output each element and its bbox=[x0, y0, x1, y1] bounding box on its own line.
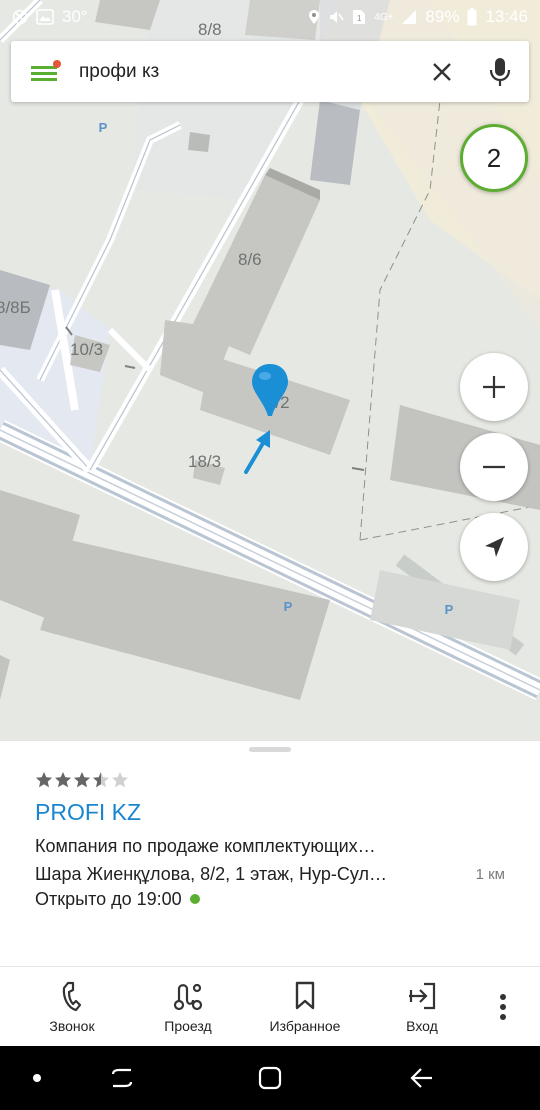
drag-handle[interactable] bbox=[249, 747, 291, 752]
results-count-badge[interactable]: 2 bbox=[460, 124, 528, 192]
plus-icon bbox=[483, 376, 505, 398]
call-label: Звонок bbox=[49, 1018, 95, 1034]
search-bar[interactable]: профи кз bbox=[11, 41, 529, 102]
svg-text:1: 1 bbox=[357, 14, 362, 23]
battery-percent: 89% bbox=[425, 7, 460, 26]
search-input[interactable]: профи кз bbox=[79, 61, 413, 83]
clear-search-button[interactable] bbox=[413, 41, 471, 102]
temperature-text: 30° bbox=[62, 7, 88, 26]
distance-text: 1 км bbox=[475, 866, 505, 883]
menu-button[interactable] bbox=[11, 41, 79, 102]
star-icon bbox=[36, 772, 52, 788]
parking-icon[interactable]: P bbox=[279, 597, 297, 615]
entrance-button[interactable]: Вход bbox=[382, 967, 462, 1047]
pointer-arrow-icon bbox=[244, 430, 270, 474]
call-button[interactable]: Звонок bbox=[30, 967, 114, 1047]
location-icon bbox=[308, 9, 320, 25]
no-sync-icon bbox=[12, 9, 28, 25]
home-icon bbox=[258, 1066, 282, 1090]
place-description: Компания по продаже комплектующих… bbox=[35, 836, 376, 856]
home-button[interactable] bbox=[248, 1046, 292, 1110]
close-icon bbox=[433, 62, 451, 81]
voice-search-button[interactable] bbox=[471, 41, 529, 102]
my-location-button[interactable] bbox=[460, 513, 528, 581]
place-name[interactable]: PROFI KZ bbox=[35, 799, 141, 826]
route-label: Проезд bbox=[164, 1018, 212, 1034]
back-button[interactable] bbox=[400, 1046, 444, 1110]
favorites-button[interactable]: Избранное bbox=[255, 967, 355, 1047]
action-bar: Звонок Проезд Избранное Вход bbox=[0, 966, 540, 1046]
star-icon bbox=[74, 772, 90, 788]
hamburger-menu-icon bbox=[31, 59, 61, 81]
entrance-label: Вход bbox=[406, 1018, 438, 1034]
sim-icon: 1 bbox=[352, 9, 366, 25]
mute-icon bbox=[328, 9, 344, 25]
parking-icon[interactable]: P bbox=[94, 118, 112, 136]
map-label-building: 10/3 bbox=[70, 340, 104, 359]
recent-apps-button[interactable] bbox=[100, 1046, 144, 1110]
favorites-label: Избранное bbox=[269, 1018, 341, 1034]
star-icon bbox=[112, 772, 128, 788]
minus-icon bbox=[483, 465, 505, 469]
microphone-icon bbox=[489, 57, 511, 86]
signal-icon bbox=[401, 9, 417, 25]
map-view[interactable]: 8/8 8/6 8/8Б 10/3 8/2 18/3 P P P bbox=[0, 0, 540, 740]
gallery-icon bbox=[36, 9, 54, 25]
rating-stars bbox=[35, 771, 129, 789]
parking-icon[interactable]: P bbox=[440, 600, 458, 618]
star-icon bbox=[93, 772, 109, 788]
back-arrow-icon bbox=[410, 1068, 432, 1088]
opening-hours: Открыто до 19:00 bbox=[35, 889, 200, 910]
zoom-in-button[interactable] bbox=[460, 353, 528, 421]
bookmark-icon bbox=[295, 981, 315, 1010]
phone-icon bbox=[62, 981, 82, 1012]
zoom-out-button[interactable] bbox=[460, 433, 528, 501]
status-bar: 30° 1 4G+ 89% 13:46 bbox=[0, 0, 540, 34]
star-icon bbox=[55, 772, 71, 788]
clock: 13:46 bbox=[485, 7, 528, 26]
network-type: 4G+ bbox=[374, 11, 394, 23]
nav-dot-icon[interactable] bbox=[20, 1046, 54, 1110]
place-address: Шара Жиенқұлова, 8/2, 1 этаж, Нур-Сул… bbox=[35, 864, 387, 884]
map-label-building: 18/3 bbox=[188, 452, 222, 471]
more-options-button[interactable] bbox=[488, 967, 518, 1047]
battery-icon bbox=[467, 8, 477, 26]
hours-text: Открыто до 19:00 bbox=[35, 889, 182, 909]
route-icon bbox=[173, 983, 203, 1011]
entrance-icon bbox=[409, 982, 436, 1010]
place-card[interactable]: PROFI KZ Компания по продаже комплектующ… bbox=[0, 740, 540, 966]
open-status-dot bbox=[189, 894, 200, 904]
more-vertical-icon bbox=[500, 994, 506, 1020]
navigation-arrow-icon bbox=[485, 537, 504, 557]
map-label-building: 8/8Б bbox=[0, 298, 31, 317]
recent-apps-icon bbox=[111, 1068, 133, 1088]
system-nav-bar bbox=[0, 1046, 540, 1110]
map-label-building: 8/6 bbox=[238, 250, 262, 269]
location-pin-icon[interactable] bbox=[250, 362, 290, 422]
route-button[interactable]: Проезд bbox=[146, 967, 230, 1047]
